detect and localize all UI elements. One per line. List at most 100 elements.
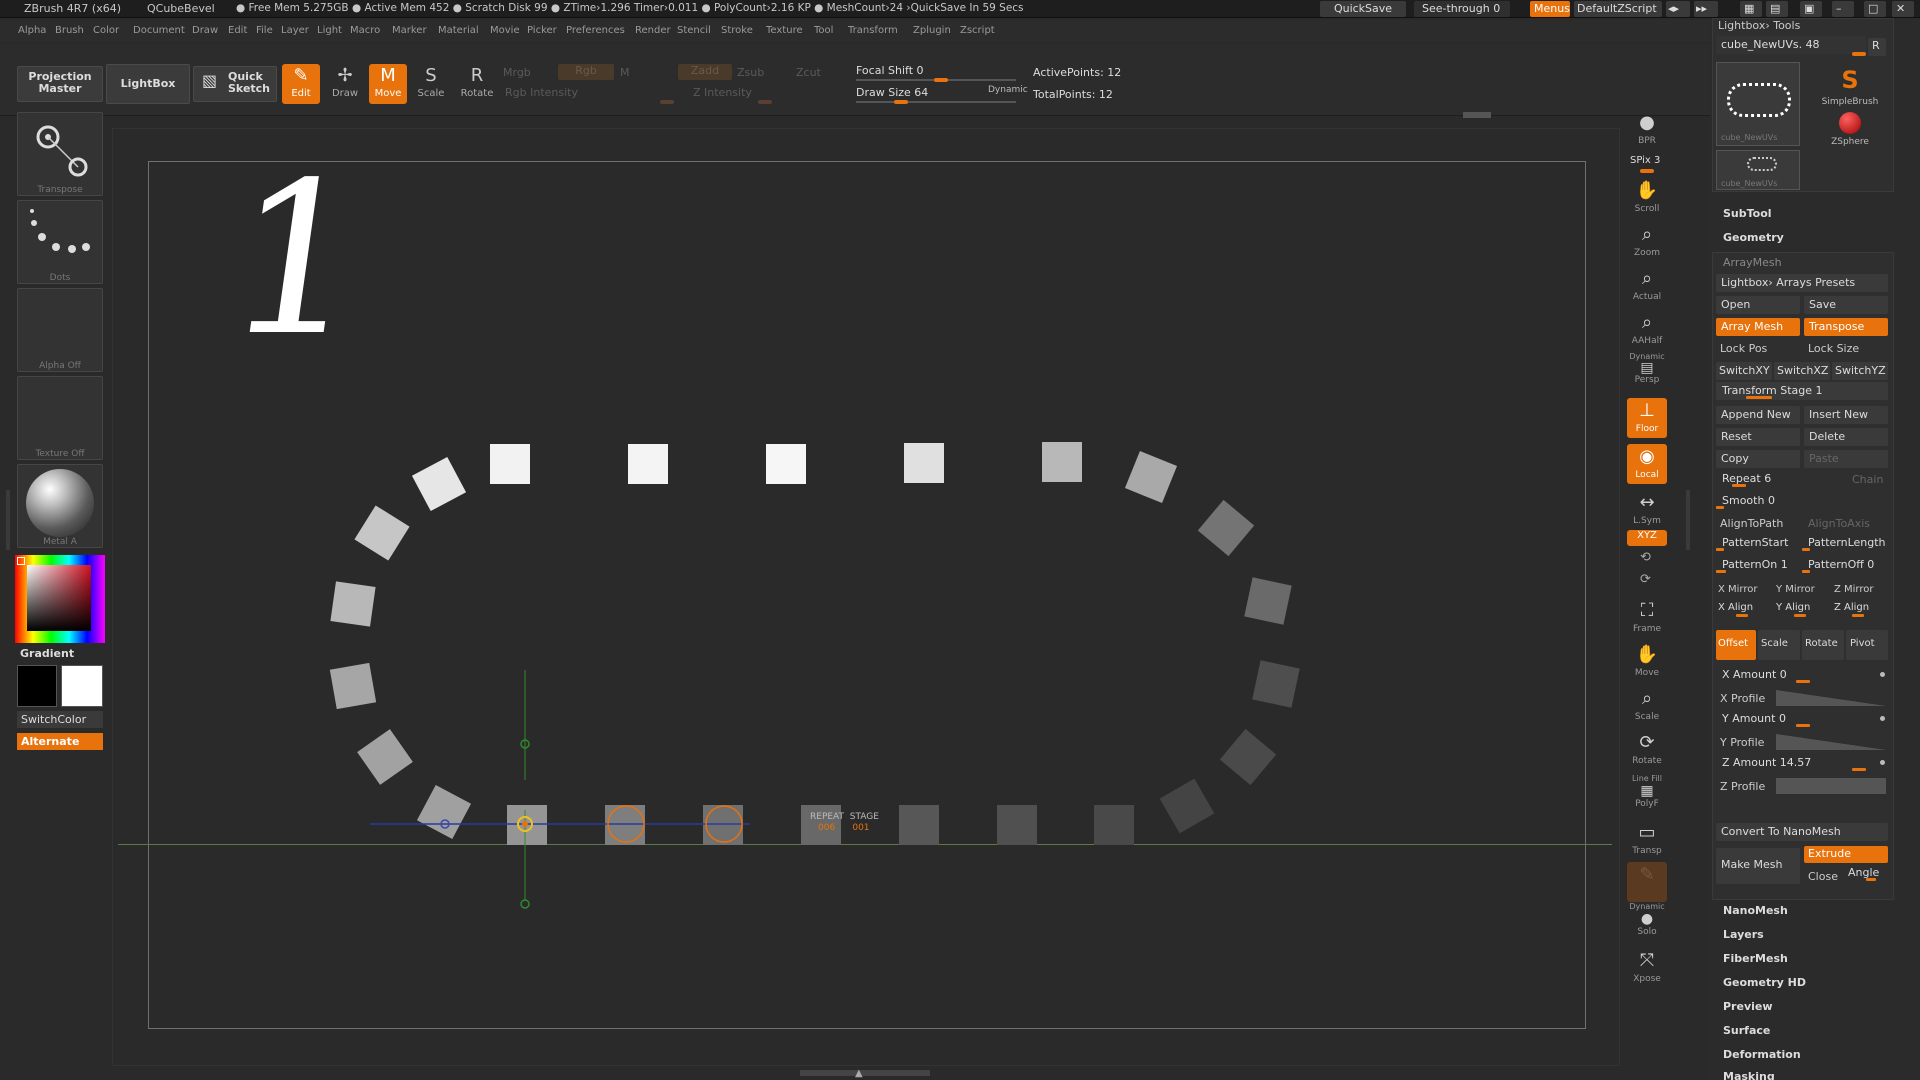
stroke-dots-thumb[interactable]: Dots — [17, 200, 103, 284]
menus-button[interactable]: Menus — [1530, 1, 1570, 17]
chain-toggle[interactable]: Chain — [1852, 473, 1883, 486]
zsphere-thumb[interactable]: ZSphere — [1820, 112, 1880, 147]
polyf-button[interactable]: Line Fill ▦ PolyF — [1627, 774, 1667, 814]
shelf-rotate-button[interactable]: ⟳ Rotate — [1627, 730, 1667, 770]
y-amount-dot-icon[interactable] — [1880, 716, 1885, 721]
floor-button[interactable]: ⊥ Floor — [1627, 398, 1667, 438]
repeat-knob[interactable] — [1732, 484, 1746, 487]
subtool-header[interactable]: SubTool — [1723, 207, 1772, 220]
surface-header[interactable]: Surface — [1723, 1024, 1770, 1037]
menu-texture[interactable]: Texture — [766, 25, 803, 36]
chevron-up-icon[interactable]: ▲ — [855, 1068, 863, 1079]
focal-shift-knob[interactable] — [934, 78, 948, 82]
menu-picker[interactable]: Picker — [527, 25, 557, 36]
arraymesh-header[interactable]: ArrayMesh — [1723, 256, 1782, 269]
rotate-axis-icon[interactable]: ⟲ — [1640, 550, 1651, 565]
toolbar-scroll-handle[interactable] — [1463, 112, 1491, 118]
x-profile-curve[interactable]: X Profile — [1716, 688, 1888, 708]
menu-material[interactable]: Material — [438, 25, 479, 36]
transpose-brush-thumb[interactable]: Transpose — [17, 112, 103, 196]
maximize-icon[interactable]: □ — [1864, 1, 1886, 17]
y-amount-knob[interactable] — [1796, 724, 1810, 727]
zsub-button[interactable]: Zsub — [737, 66, 764, 79]
y-align-slider[interactable]: Y Align — [1774, 600, 1830, 618]
layout-icon[interactable]: ▦ — [1740, 1, 1762, 17]
make-mesh-button[interactable]: Make Mesh — [1716, 848, 1800, 884]
minimize-icon[interactable]: – — [1832, 1, 1854, 17]
lock-icon[interactable]: ▣ — [1800, 1, 1822, 17]
pattern-length-slider[interactable]: PatternLength — [1802, 534, 1888, 552]
rgb-button[interactable]: Rgb — [558, 64, 614, 80]
offset-tab[interactable]: Offset — [1716, 630, 1756, 660]
menu-macro[interactable]: Macro — [350, 25, 380, 36]
scale-button[interactable]: S Scale — [412, 64, 450, 104]
angle-slider[interactable]: Angle — [1846, 864, 1888, 882]
dynamic-button[interactable]: Dynamic — [988, 85, 1028, 95]
lsym-button[interactable]: ↔ L.Sym — [1627, 490, 1667, 526]
focal-shift-slider[interactable]: Focal Shift 0 — [856, 64, 924, 77]
zcut-button[interactable]: Zcut — [796, 66, 821, 79]
x-amount-slider[interactable]: X Amount 0 — [1716, 666, 1888, 684]
extrude-toggle[interactable]: Extrude — [1804, 846, 1888, 863]
material-thumb[interactable]: Metal A — [17, 464, 103, 548]
menu-file[interactable]: File — [256, 25, 273, 36]
fibermesh-header[interactable]: FiberMesh — [1723, 952, 1788, 965]
angle-knob[interactable] — [1866, 878, 1876, 881]
transpose-gizmo[interactable] — [370, 660, 790, 910]
switch-yz-button[interactable]: SwitchYZ — [1832, 362, 1888, 380]
menu-stencil[interactable]: Stencil — [677, 25, 711, 36]
draw-size-knob[interactable] — [894, 100, 908, 104]
y-amount-slider[interactable]: Y Amount 0 — [1716, 710, 1888, 728]
x-amount-knob[interactable] — [1796, 680, 1810, 683]
pattern-on-slider[interactable]: PatternOn 1 — [1716, 556, 1802, 574]
menu-transform[interactable]: Transform — [848, 25, 898, 36]
menu-light[interactable]: Light — [317, 25, 342, 36]
panel-right-icon[interactable]: ▸▸ — [1694, 1, 1718, 17]
menu-zplugin[interactable]: Zplugin — [913, 25, 951, 36]
menu-preferences[interactable]: Preferences — [566, 25, 625, 36]
edit-button[interactable]: ✎ Edit — [282, 64, 320, 104]
solo-button[interactable]: Dynamic ● Solo — [1627, 902, 1667, 942]
z-amount-dot-icon[interactable] — [1880, 760, 1885, 765]
menu-layer[interactable]: Layer — [281, 25, 309, 36]
z-align-knob[interactable] — [1852, 614, 1864, 617]
alternate-button[interactable]: Alternate — [17, 733, 103, 750]
rgb-intensity-knob[interactable] — [660, 100, 674, 104]
panel-left-icon[interactable]: ◂▸ — [1666, 1, 1690, 17]
y-align-knob[interactable] — [1794, 614, 1806, 617]
draw-size-slider[interactable]: Draw Size 64 — [856, 86, 928, 99]
pivot-tab[interactable]: Pivot — [1846, 630, 1888, 660]
texture-thumb[interactable]: Texture Off — [17, 376, 103, 460]
transform-stage-slider[interactable]: Transform Stage 1 — [1716, 382, 1888, 400]
local-button[interactable]: ◉ Local — [1627, 444, 1667, 484]
shelf-move-button[interactable]: ✋ Move — [1627, 642, 1667, 682]
x-align-knob[interactable] — [1736, 614, 1748, 617]
rotate-axis-2-icon[interactable]: ⟳ — [1640, 572, 1651, 587]
pattern-start-knob[interactable] — [1716, 548, 1724, 551]
close-toggle[interactable]: Close — [1808, 870, 1838, 883]
array-open-button[interactable]: Open — [1716, 296, 1800, 314]
menu-tool[interactable]: Tool — [814, 25, 833, 36]
primary-color-swatch[interactable] — [17, 665, 57, 707]
pattern-start-slider[interactable]: PatternStart — [1716, 534, 1802, 552]
pattern-length-knob[interactable] — [1802, 548, 1810, 551]
color-picker[interactable] — [15, 555, 105, 643]
convert-to-nanomesh-button[interactable]: Convert To NanoMesh — [1716, 823, 1888, 841]
align-to-path-toggle[interactable]: AlignToPath — [1720, 517, 1783, 530]
menu-edit[interactable]: Edit — [228, 25, 247, 36]
lightbox-arrays-presets-button[interactable]: Lightbox› Arrays Presets — [1716, 274, 1888, 292]
scale-tab[interactable]: Scale — [1758, 630, 1800, 660]
layers-header[interactable]: Layers — [1723, 928, 1764, 941]
m-button[interactable]: M — [620, 66, 630, 79]
z-profile-curve[interactable]: Z Profile — [1716, 776, 1888, 796]
smooth-knob[interactable] — [1716, 506, 1724, 509]
lightbox-tools-button[interactable]: Lightbox› Tools — [1718, 19, 1800, 32]
menu-stroke[interactable]: Stroke — [721, 25, 753, 36]
rotate-tab[interactable]: Rotate — [1802, 630, 1844, 660]
x-align-slider[interactable]: X Align — [1716, 600, 1772, 618]
pattern-off-slider[interactable]: PatternOff 0 — [1802, 556, 1888, 574]
left-tray-handle[interactable] — [6, 490, 10, 550]
menu-color[interactable]: Color — [93, 25, 119, 36]
z-mirror-toggle[interactable]: Z Mirror — [1834, 584, 1874, 595]
menu-zscript[interactable]: Zscript — [960, 25, 995, 36]
